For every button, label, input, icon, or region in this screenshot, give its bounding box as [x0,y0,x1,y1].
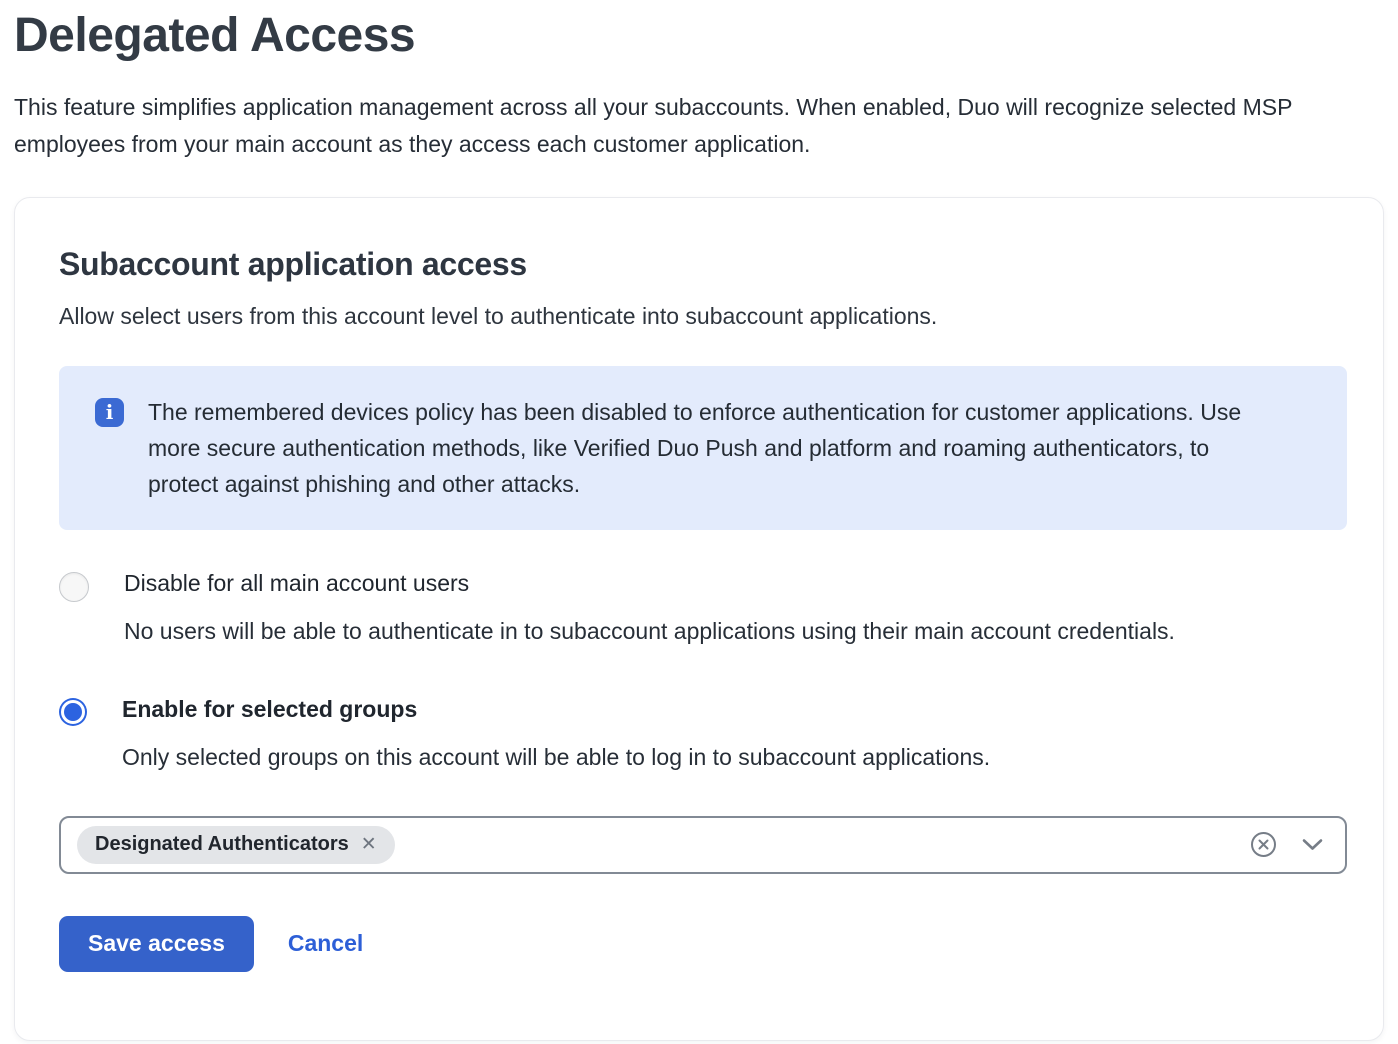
option-enable-groups: Enable for selected groups Only selected… [59,696,1339,776]
groups-multiselect-input[interactable]: Designated Authenticators ✕ [59,816,1347,874]
option-disable-all-label[interactable]: Disable for all main account users [124,570,1175,597]
save-access-button[interactable]: Save access [59,916,254,972]
selected-group-tag: Designated Authenticators ✕ [77,826,395,864]
subaccount-access-card: Subaccount application access Allow sele… [14,197,1384,1041]
chevron-down-icon[interactable] [1302,838,1323,851]
option-disable-all-description: No users will be able to authenticate in… [124,613,1175,650]
option-enable-groups-label[interactable]: Enable for selected groups [122,696,990,723]
form-actions: Save access Cancel [59,916,1339,972]
option-disable-all-texts: Disable for all main account users No us… [124,570,1175,650]
page-description: This feature simplifies application mana… [14,89,1344,163]
radio-disable-all[interactable] [59,572,89,602]
info-icon: i [95,398,124,427]
option-disable-all: Disable for all main account users No us… [59,570,1339,650]
info-alert: i The remembered devices policy has been… [59,366,1347,530]
info-alert-text: The remembered devices policy has been d… [148,394,1278,502]
option-enable-groups-description: Only selected groups on this account wil… [122,739,990,776]
card-heading: Subaccount application access [59,246,1339,283]
delegated-access-page: Delegated Access This feature simplifies… [0,0,1398,1041]
select-controls [1249,830,1323,859]
card-subheading: Allow select users from this account lev… [59,303,1339,330]
selected-group-tag-label: Designated Authenticators [95,833,349,856]
radio-enable-groups[interactable] [61,700,85,724]
clear-selection-icon[interactable] [1249,830,1278,859]
page-title: Delegated Access [14,10,1384,63]
cancel-button[interactable]: Cancel [288,930,363,957]
option-enable-groups-texts: Enable for selected groups Only selected… [122,696,990,776]
remove-tag-icon[interactable]: ✕ [361,835,377,854]
